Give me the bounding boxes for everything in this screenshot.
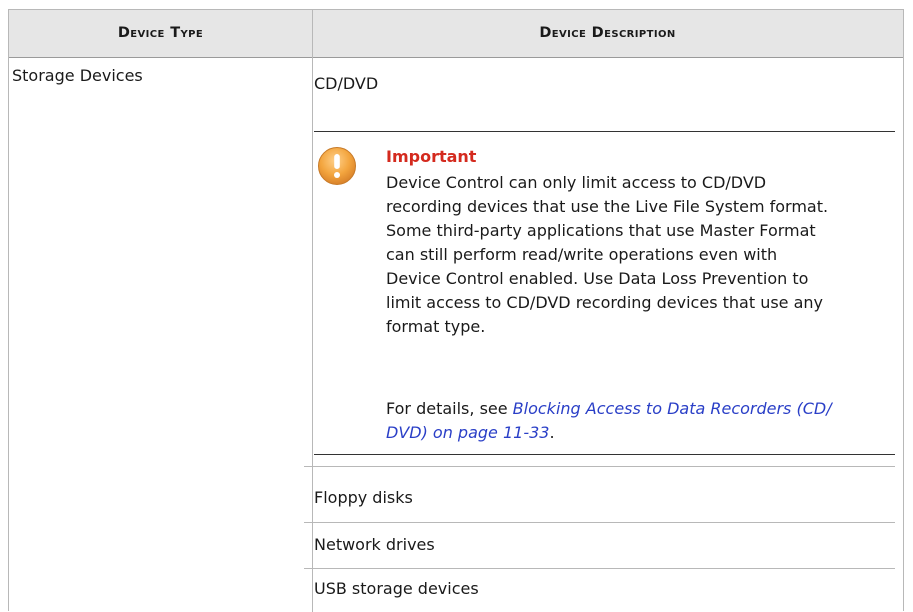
note-body-line: Device Control enabled. Use Data Loss Pr… bbox=[386, 269, 809, 288]
details-line-1: For details, see Blocking Access to Data… bbox=[386, 397, 832, 421]
note-body-line: can still perform read/write operations … bbox=[386, 245, 778, 264]
exclamation-icon bbox=[318, 147, 356, 185]
note-body-line: limit access to CD/DVD recording devices… bbox=[386, 293, 824, 312]
details-prefix: For details, see bbox=[386, 399, 513, 418]
description-usb-storage: USB storage devices bbox=[314, 579, 479, 598]
details-line-2: DVD) on page 11-33. bbox=[386, 421, 826, 445]
note-body-line: Device Control can only limit access to … bbox=[386, 173, 767, 192]
table-header-row: Device Type Device Description bbox=[9, 10, 903, 58]
details-suffix: . bbox=[549, 423, 555, 442]
xref-link-blocking-access[interactable]: Blocking Access to Data Recorders (CD/ bbox=[513, 399, 832, 418]
row-separator bbox=[304, 568, 895, 569]
note-title: Important bbox=[386, 147, 477, 166]
note-body-line: Some third-party applications that use M… bbox=[386, 221, 816, 240]
device-type-cell: Storage Devices bbox=[12, 66, 143, 85]
description-floppy-disks: Floppy disks bbox=[314, 488, 413, 507]
note-bottom-rule bbox=[314, 454, 895, 455]
description-network-drives: Network drives bbox=[314, 535, 435, 554]
note-body-line: recording devices that use the Live File… bbox=[386, 197, 829, 216]
note-body-line: format type. bbox=[386, 317, 486, 336]
row-separator bbox=[304, 522, 895, 523]
header-device-type: Device Type bbox=[117, 25, 204, 41]
header-device-description: Device Description bbox=[539, 25, 676, 41]
note-details: For details, see Blocking Access to Data… bbox=[386, 397, 832, 445]
row-separator bbox=[304, 466, 895, 467]
description-cd-dvd: CD/DVD bbox=[314, 74, 379, 93]
xref-link-blocking-access-cont[interactable]: DVD) on page 11-33 bbox=[386, 423, 549, 442]
note-top-rule bbox=[314, 131, 895, 132]
note-body: Device Control can only limit access to … bbox=[386, 171, 829, 339]
